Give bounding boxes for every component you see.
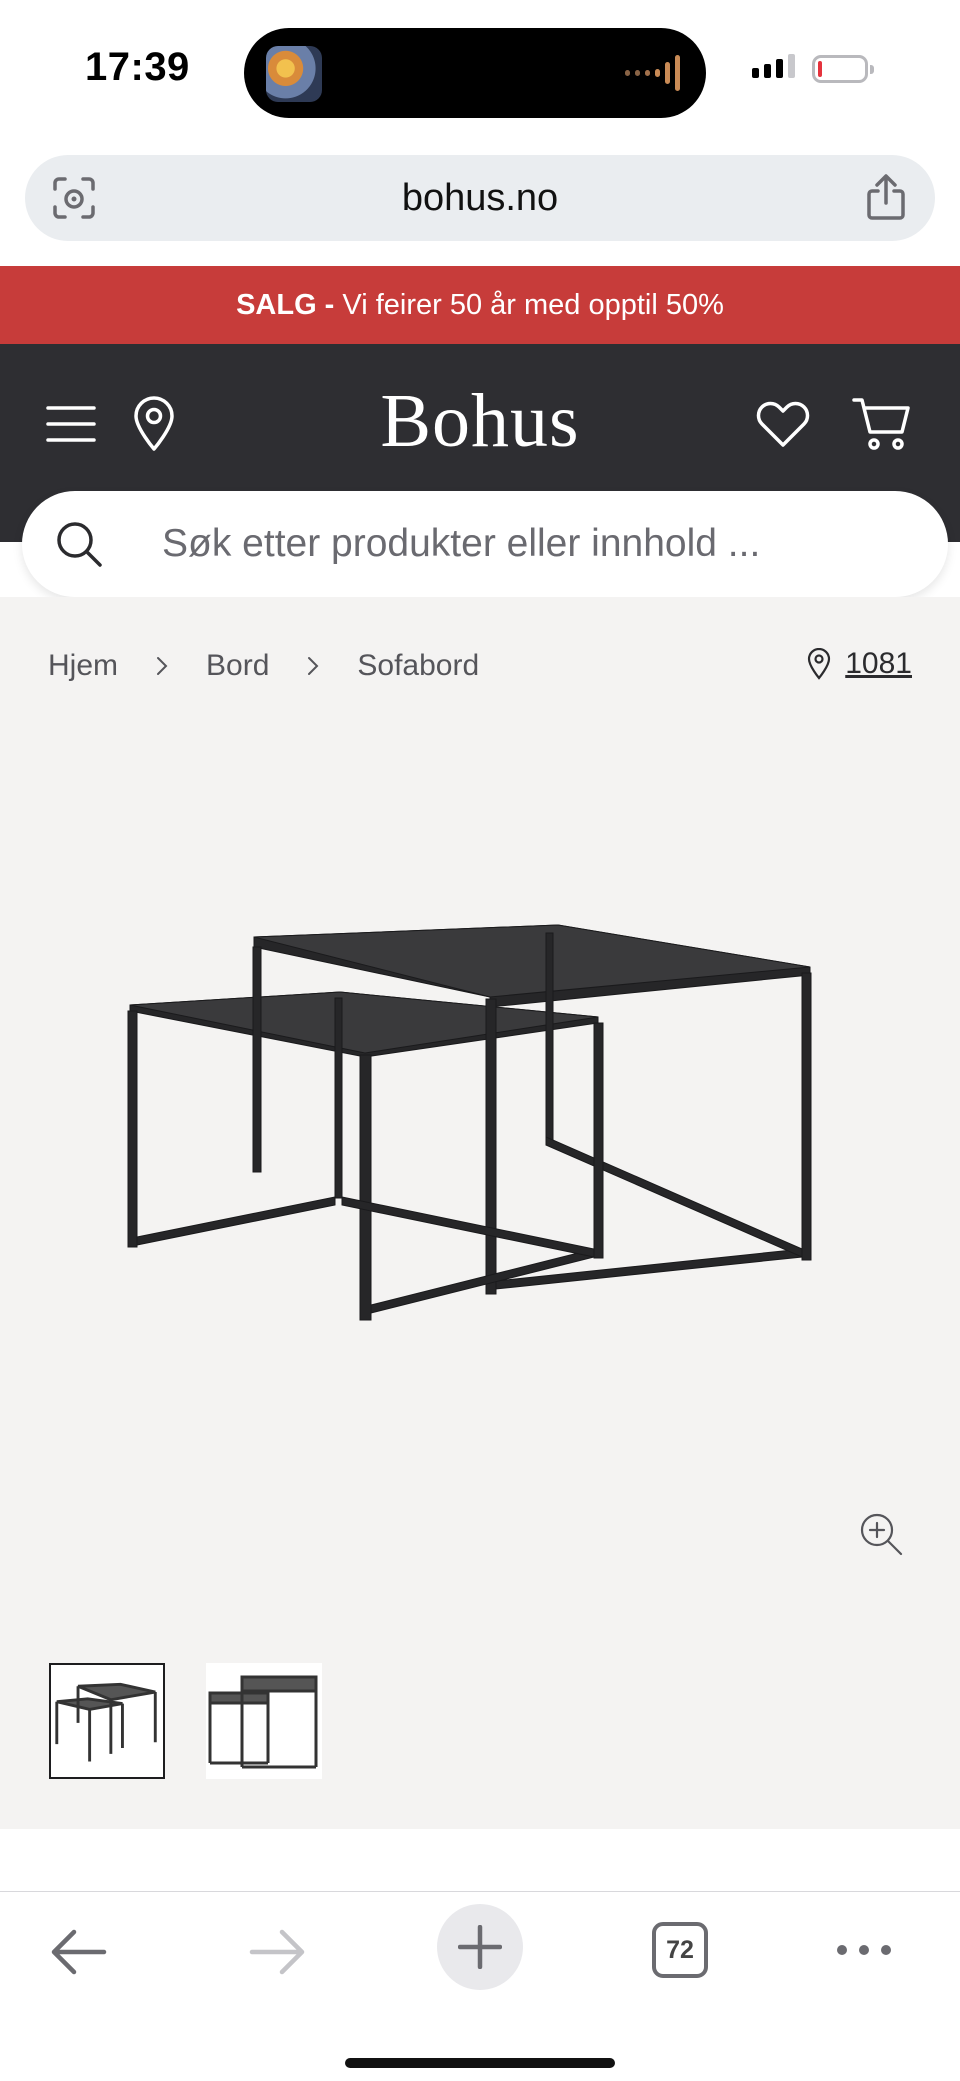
tabs-button[interactable]: 72 <box>652 1922 708 1978</box>
breadcrumb-item-sofabord[interactable]: Sofabord <box>357 649 479 683</box>
back-arrow-icon[interactable] <box>46 1922 110 1982</box>
search-input[interactable] <box>162 491 922 597</box>
plus-icon <box>458 1925 502 1969</box>
breadcrumb-item-bord[interactable]: Bord <box>206 649 269 683</box>
location-pin-icon <box>808 648 831 680</box>
thumbnail-image <box>208 1675 318 1769</box>
battery-icon <box>812 55 874 83</box>
page-content-below <box>0 1829 960 1891</box>
chevron-right-icon <box>308 657 319 675</box>
dynamic-island[interactable] <box>244 28 706 118</box>
new-tab-button[interactable] <box>437 1904 523 1990</box>
now-playing-artwork <box>266 46 322 102</box>
product-image-nesting-tables[interactable] <box>110 897 830 1357</box>
url-text[interactable]: bohus.no <box>25 177 935 220</box>
address-bar[interactable]: bohus.no <box>25 155 935 241</box>
search-box[interactable] <box>22 491 948 597</box>
browser-toolbar: 72 <box>0 1891 960 2081</box>
product-gallery: Hjem Bord Sofabord 1081 <box>0 597 960 1829</box>
sale-banner[interactable]: SALG - Vi feirer 50 år med opptil 50% <box>0 266 960 344</box>
search-icon[interactable] <box>54 519 104 569</box>
chevron-right-icon <box>157 657 168 675</box>
breadcrumb-item-home[interactable]: Hjem <box>48 649 118 683</box>
product-thumbnail-1[interactable] <box>49 1663 165 1779</box>
product-thumbnail-2[interactable] <box>206 1663 322 1779</box>
share-icon[interactable] <box>863 173 909 221</box>
postal-code-selector[interactable]: 1081 <box>807 647 912 681</box>
cellular-signal-icon <box>752 54 795 78</box>
forward-arrow-icon[interactable] <box>246 1922 310 1982</box>
sale-banner-label: SALG - <box>236 289 335 321</box>
zoom-in-icon[interactable] <box>858 1511 904 1557</box>
more-options-icon[interactable] <box>834 1932 894 1968</box>
battery-level <box>818 61 822 77</box>
sale-banner-text: Vi feirer 50 år med opptil 50% <box>342 289 724 321</box>
thumbnail-image <box>55 1682 157 1762</box>
bohus-logo[interactable]: Bohus <box>0 378 960 465</box>
postal-code[interactable]: 1081 <box>845 647 912 681</box>
home-indicator[interactable] <box>345 2058 615 2068</box>
breadcrumb: Hjem Bord Sofabord <box>48 649 479 683</box>
status-bar: 17:39 <box>0 0 960 140</box>
wishlist-heart-icon[interactable] <box>756 398 810 450</box>
shopping-cart-icon[interactable] <box>852 394 912 452</box>
audio-waveform-icon <box>625 54 680 92</box>
status-time: 17:39 <box>85 45 190 89</box>
